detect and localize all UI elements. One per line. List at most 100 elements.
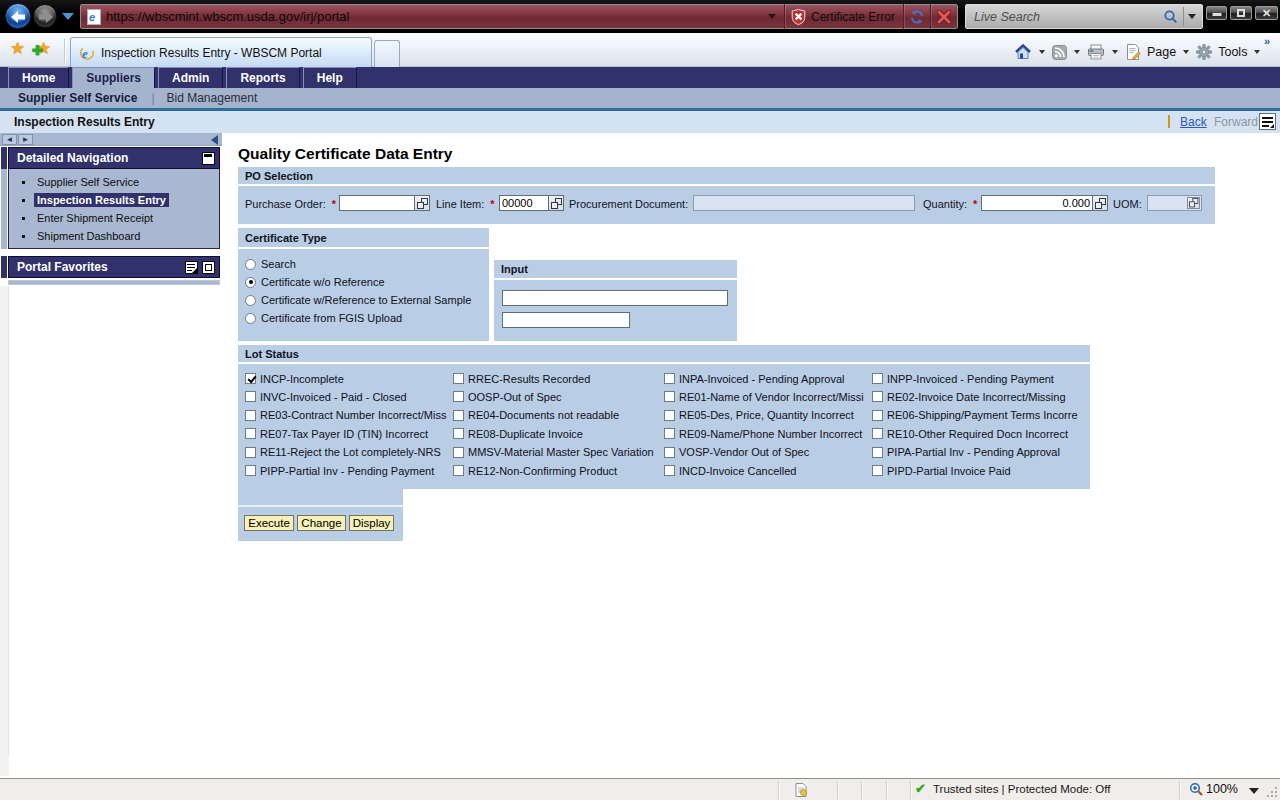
checkbox-option-pipp[interactable]: PIPP-Partial Inv - Pending Payment (245, 464, 434, 477)
page-caret-icon[interactable] (1183, 50, 1189, 54)
nav-tab-help[interactable]: Help (303, 67, 357, 88)
nav-tab-reports[interactable]: Reports (226, 67, 299, 88)
window-minimize-button[interactable] (1206, 6, 1227, 20)
checkbox[interactable] (453, 428, 464, 439)
input-field-1[interactable] (502, 290, 728, 306)
checkbox-option-re03[interactable]: RE03-Contract Number Incorrect/Miss (245, 409, 446, 422)
page-options-menu-icon[interactable] (1259, 113, 1276, 130)
checkbox-option-oosp[interactable]: OOSP-Out of Spec (453, 390, 562, 403)
checkbox-option-inpa[interactable]: INPA-Invoiced - Pending Approval (664, 372, 845, 385)
field-input-purchase-order-[interactable] (339, 195, 415, 211)
nav-tab-admin[interactable]: Admin (158, 67, 223, 88)
checkbox[interactable] (453, 465, 464, 476)
checkbox-option-re11[interactable]: RE11-Reject the Lot completely-NRS (245, 446, 441, 459)
sidebar-item-supplier-self-service[interactable]: Supplier Self Service (9, 173, 219, 191)
checkbox-option-inpp[interactable]: INPP-Invoiced - Pending Payment (872, 372, 1054, 385)
checkbox[interactable] (664, 428, 675, 439)
subnav-item-supplier-self-service[interactable]: Supplier Self Service (18, 91, 137, 105)
print-caret-icon[interactable] (1112, 50, 1118, 54)
checkbox-option-re07[interactable]: RE07-Tax Payer ID (TIN) Incorrect (245, 427, 428, 440)
checkbox-option-re09[interactable]: RE09-Name/Phone Number Incorrect (664, 427, 862, 440)
search-options-caret-icon[interactable] (1188, 14, 1196, 19)
checkbox-option-vosp[interactable]: VOSP-Vendor Out of Spec (664, 446, 809, 459)
checkbox[interactable] (453, 391, 464, 402)
nav-tab-home[interactable]: Home (8, 67, 69, 88)
tools-menu-label[interactable]: Tools (1218, 45, 1247, 59)
feeds-icon[interactable] (1052, 45, 1067, 60)
checkbox-option-re12[interactable]: RE12-Non-Confirming Product (453, 464, 617, 477)
checkbox[interactable] (245, 465, 256, 476)
history-forward-link[interactable]: Forward (1214, 115, 1258, 129)
checkbox[interactable] (245, 373, 256, 384)
value-help-button[interactable] (549, 195, 564, 211)
checkbox[interactable] (872, 410, 883, 421)
checkbox-option-re02[interactable]: RE02-Invoice Date Incorrect/Missing (872, 390, 1066, 403)
home-icon[interactable] (1014, 44, 1032, 60)
display-button[interactable]: Display (349, 515, 394, 531)
checkbox[interactable] (872, 373, 883, 384)
recent-pages-caret-icon[interactable] (62, 13, 74, 20)
radio-option-search[interactable]: Search (245, 255, 489, 273)
checkbox-option-incd[interactable]: INCD-Invoice Cancelled (664, 464, 796, 477)
checkbox[interactable] (453, 410, 464, 421)
home-caret-icon[interactable] (1039, 50, 1045, 54)
sidebar-item-inspection-results-entry[interactable]: Inspection Results Entry (9, 191, 219, 209)
checkbox-option-re08[interactable]: RE08-Duplicate Invoice (453, 427, 583, 440)
checkbox[interactable] (872, 391, 883, 402)
favorites-list-view-icon[interactable] (185, 261, 198, 274)
radio-button[interactable] (245, 259, 256, 270)
radio-option-certificate-from-fgis-upload[interactable]: Certificate from FGIS Upload (245, 309, 489, 327)
radio-option-certificate-w-reference-to-external-sample[interactable]: Certificate w/Reference to External Samp… (245, 291, 489, 309)
zoom-icon[interactable] (1189, 782, 1204, 797)
checkbox[interactable] (245, 391, 256, 402)
resize-grip[interactable] (1266, 786, 1278, 798)
input-field-2[interactable] (502, 312, 630, 328)
browser-back-button[interactable] (5, 3, 31, 29)
checkbox[interactable] (664, 410, 675, 421)
address-url[interactable]: https://wbscmint.wbscm.usda.gov/irj/port… (106, 9, 768, 24)
checkbox-option-re05[interactable]: RE05-Des, Price, Quantity Incorrect (664, 409, 854, 422)
checkbox[interactable] (245, 447, 256, 458)
radio-option-certificate-w-o-reference[interactable]: Certificate w/o Reference (245, 273, 489, 291)
checkbox-option-re04[interactable]: RE04-Documents not readable (453, 409, 619, 422)
checkbox-option-pipd[interactable]: PIPD-Partial Invoice Paid (872, 464, 1011, 477)
checkbox-option-re10[interactable]: RE10-Other Required Docn Incorrect (872, 427, 1068, 440)
value-help-button[interactable] (415, 195, 430, 211)
radio-button[interactable] (245, 277, 256, 288)
field-input-quantity-[interactable]: 0.000 (981, 195, 1093, 211)
favorites-star-icon[interactable]: ★ (10, 40, 25, 57)
refresh-button[interactable] (904, 5, 930, 28)
checkbox[interactable] (245, 410, 256, 421)
checkbox-option-re01[interactable]: RE01-Name of Vendor Incorrect/Missi (664, 390, 864, 403)
checkbox-option-pipa[interactable]: PIPA-Partial Inv - Pending Approval (872, 446, 1060, 459)
checkbox[interactable] (453, 373, 464, 384)
value-help-button[interactable] (1093, 195, 1108, 211)
history-back-link[interactable]: Back (1180, 115, 1207, 129)
checkbox[interactable] (664, 447, 675, 458)
browser-forward-button[interactable] (33, 4, 57, 28)
window-maximize-button[interactable] (1230, 6, 1252, 20)
tools-caret-icon[interactable] (1254, 50, 1260, 54)
sidebar-item-enter-shipment-receipt[interactable]: Enter Shipment Receipt (9, 209, 219, 227)
window-close-button[interactable]: ✕ (1255, 6, 1278, 20)
more-toolbar-chevron-icon[interactable]: » (1264, 35, 1270, 47)
checkbox-option-rrec[interactable]: RREC-Results Recorded (453, 372, 590, 385)
checkbox-option-incp[interactable]: INCP-Incomplete (245, 372, 344, 385)
subnav-item-bid-management[interactable]: Bid Management (167, 91, 258, 105)
checkbox[interactable] (872, 428, 883, 439)
checkbox-option-re06[interactable]: RE06-Shipping/Payment Terms Incorre (872, 409, 1078, 422)
nav-tab-suppliers[interactable]: Suppliers (72, 67, 155, 88)
certificate-error-button[interactable]: Certificate Error (785, 5, 903, 28)
new-tab-button[interactable] (374, 40, 400, 67)
checkbox[interactable] (453, 447, 464, 458)
sidebar-item-shipment-dashboard[interactable]: Shipment Dashboard (9, 227, 219, 245)
checkbox[interactable] (664, 373, 675, 384)
checkbox[interactable] (664, 391, 675, 402)
feeds-caret-icon[interactable] (1074, 50, 1080, 54)
radio-button[interactable] (245, 313, 256, 324)
execute-button[interactable]: Execute (244, 515, 294, 531)
zoom-caret-icon[interactable] (1249, 788, 1259, 794)
checkbox[interactable] (872, 465, 883, 476)
checkbox[interactable] (245, 428, 256, 439)
scroll-left-button[interactable]: ◄ (2, 134, 17, 145)
